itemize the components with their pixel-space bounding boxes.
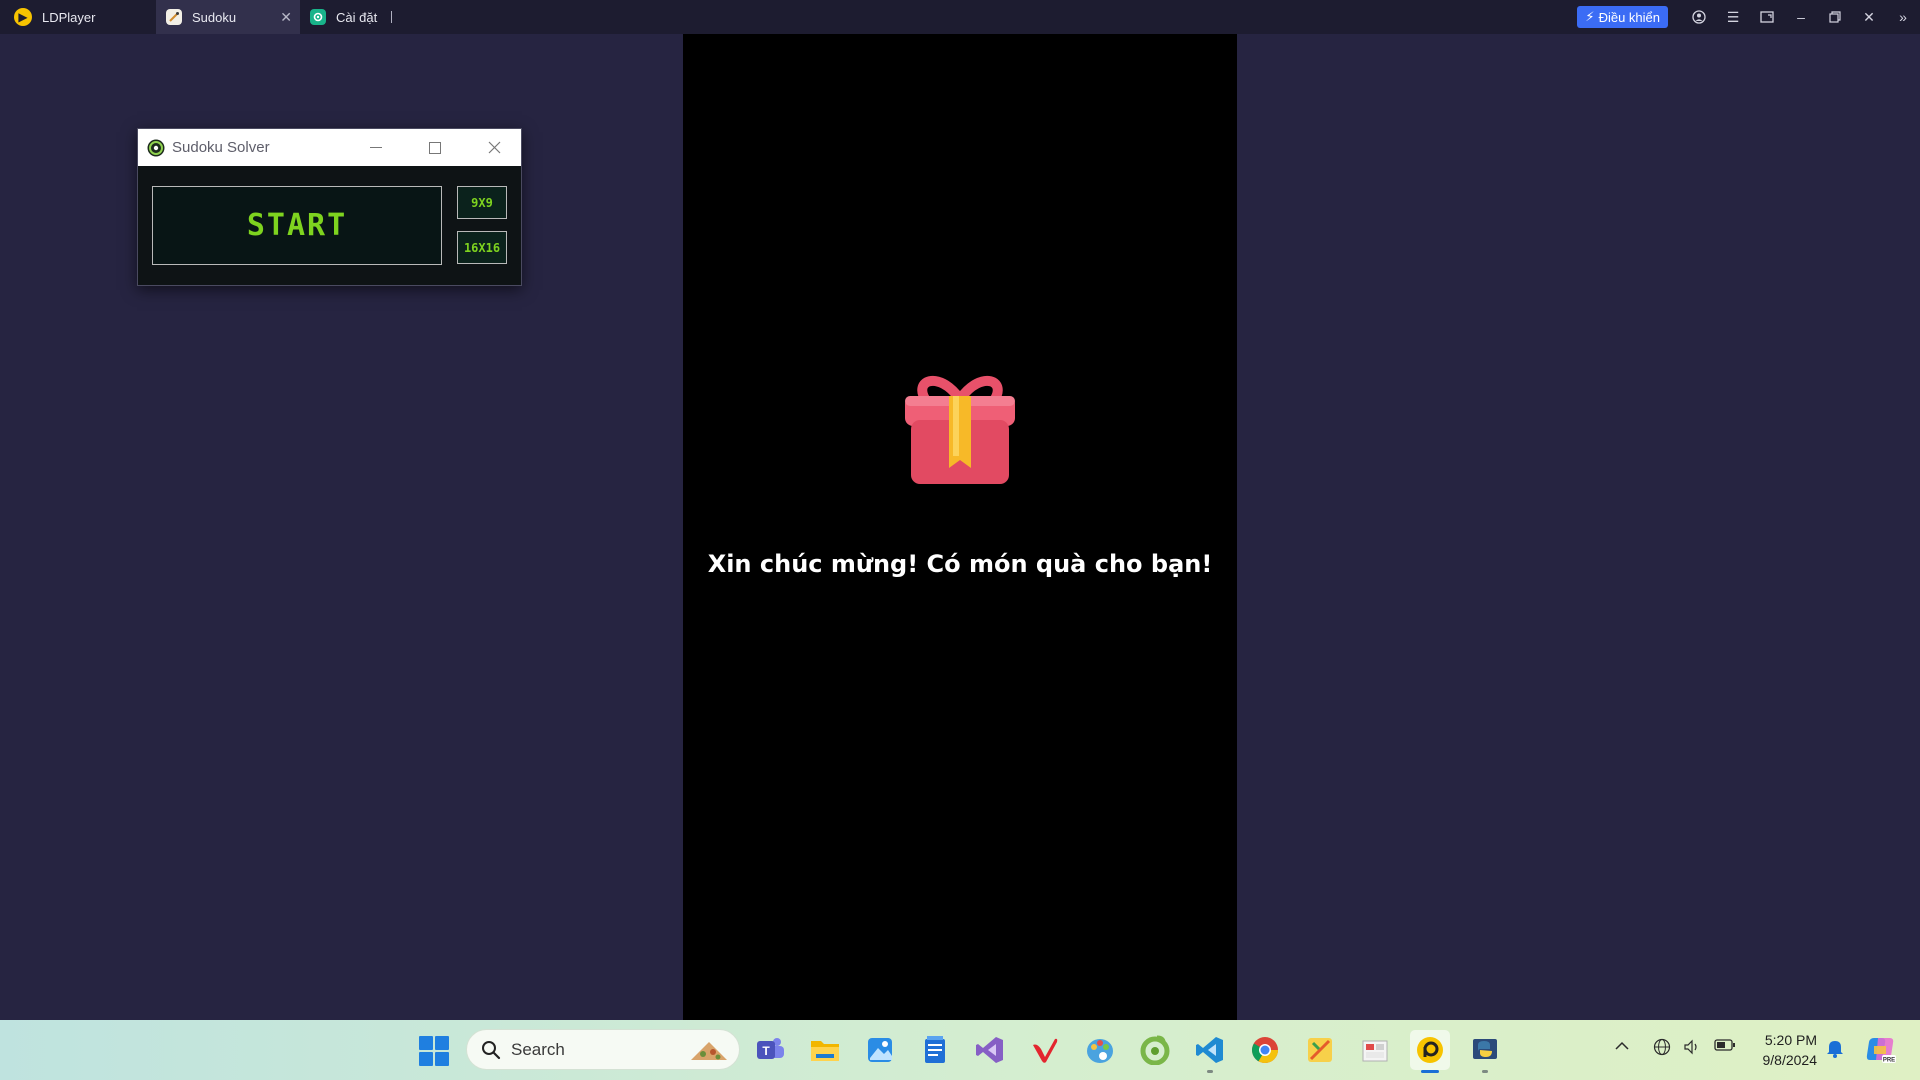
account-icon[interactable] (1682, 0, 1716, 34)
emulator-screen[interactable]: Xin chúc mừng! Có món quà cho bạn! (683, 34, 1237, 1020)
ldplayer-icon[interactable] (1410, 1030, 1450, 1070)
ldplayer-brand-label: LDPlayer (42, 9, 96, 25)
vscode-icon[interactable] (1190, 1030, 1230, 1070)
lightning-icon: ⚡ (1585, 9, 1595, 24)
search-icon (482, 1040, 501, 1059)
search-placeholder: Search (511, 1039, 565, 1059)
volume-icon[interactable] (1683, 1038, 1701, 1059)
tab-sudoku[interactable]: Sudoku ✕ (156, 0, 300, 34)
clock-time: 5:20 PM (1764, 1032, 1817, 1048)
gamepad-icon[interactable] (1300, 1030, 1340, 1070)
taskbar-clock[interactable]: 5:20 PM 9/8/2024 (1763, 1030, 1818, 1070)
show-hidden-icons-icon[interactable] (1615, 1038, 1629, 1054)
svg-text:T: T (762, 1044, 770, 1058)
visual-studio-icon[interactable] (970, 1030, 1010, 1070)
ldplayer-logo-icon: ▶ (14, 8, 32, 26)
solver-app-icon (147, 139, 165, 156)
windows-start-icon[interactable] (419, 1036, 449, 1066)
menu-icon[interactable]: ☰ (1716, 0, 1750, 34)
copilot-icon[interactable]: PRE (1864, 1034, 1896, 1067)
running-indicator (1207, 1070, 1213, 1073)
taskbar-search-box[interactable]: Search (466, 1029, 740, 1070)
file-explorer-icon[interactable] (805, 1030, 845, 1070)
globe-icon[interactable] (1653, 1038, 1671, 1059)
paint-icon[interactable] (1080, 1030, 1120, 1070)
start-button-label: START (246, 208, 348, 243)
size-9x9-label: 9X9 (471, 195, 493, 210)
photos-icon[interactable] (860, 1030, 900, 1070)
svg-text:PRE: PRE (1883, 1058, 1895, 1064)
tab-label: Cài đặt (336, 9, 378, 25)
close-icon[interactable] (471, 129, 517, 166)
active-app-indicator (1421, 1070, 1439, 1073)
size-16x16-label: 16X16 (463, 240, 501, 255)
running-indicator (1482, 1070, 1488, 1073)
solver-titlebar[interactable]: Sudoku Solver (138, 129, 521, 166)
sudoku-app-icon (166, 9, 182, 25)
gift-box-icon[interactable] (899, 368, 1021, 490)
size-16x16-button[interactable]: 16X16 (457, 231, 507, 264)
sudoku-solver-window: Sudoku Solver START 9X9 16X16 (137, 128, 522, 286)
close-icon[interactable]: ✕ (1852, 0, 1886, 34)
chrome-icon[interactable] (1245, 1030, 1285, 1070)
close-tab-icon[interactable]: ✕ (280, 9, 292, 26)
tab-divider (391, 11, 393, 23)
start-button[interactable]: START (152, 186, 442, 265)
ldplayer-home-tab[interactable]: ▶ LDPlayer (0, 0, 156, 34)
reward-message: Xin chúc mừng! Có món quà cho bạn! (707, 550, 1213, 578)
ldplayer-titlebar: ▶ LDPlayer Sudoku ✕ Cài đặt ⚡ Điều khiển… (0, 0, 1920, 34)
tab-label: Sudoku (192, 9, 237, 25)
snipping-icon[interactable] (1355, 1030, 1395, 1070)
teams-icon[interactable]: T (750, 1030, 790, 1070)
minimize-icon[interactable]: – (1784, 0, 1818, 34)
battery-icon[interactable] (1714, 1038, 1736, 1055)
windows-taskbar: Search T 5:20 PM 9/8/2024 PRE (0, 1020, 1920, 1080)
notepad-icon[interactable] (915, 1030, 955, 1070)
coccoc-icon[interactable] (1135, 1030, 1175, 1070)
maximize-icon[interactable] (412, 129, 458, 166)
clock-date: 9/8/2024 (1762, 1052, 1818, 1068)
vivaldi-icon[interactable] (1025, 1030, 1065, 1070)
search-highlight-icon (691, 1042, 727, 1060)
expand-sidebar-icon[interactable]: » (1886, 0, 1920, 34)
solver-window-title: Sudoku Solver (172, 139, 270, 156)
screen-rotate-icon[interactable] (1750, 0, 1784, 34)
tab-settings[interactable]: Cài đặt (300, 0, 440, 34)
size-9x9-button[interactable]: 9X9 (457, 186, 507, 219)
notification-bell-icon[interactable] (1826, 1038, 1844, 1061)
minimize-icon[interactable] (353, 129, 399, 166)
control-button-label: Điều khiển (1598, 9, 1660, 25)
settings-gear-icon (310, 9, 326, 25)
ldplayer-window-controls: ⚡ Điều khiển ☰ – ✕ » (1577, 0, 1920, 34)
control-button[interactable]: ⚡ Điều khiển (1577, 6, 1668, 28)
restore-icon[interactable] (1818, 0, 1852, 34)
python-icon[interactable] (1465, 1030, 1505, 1070)
